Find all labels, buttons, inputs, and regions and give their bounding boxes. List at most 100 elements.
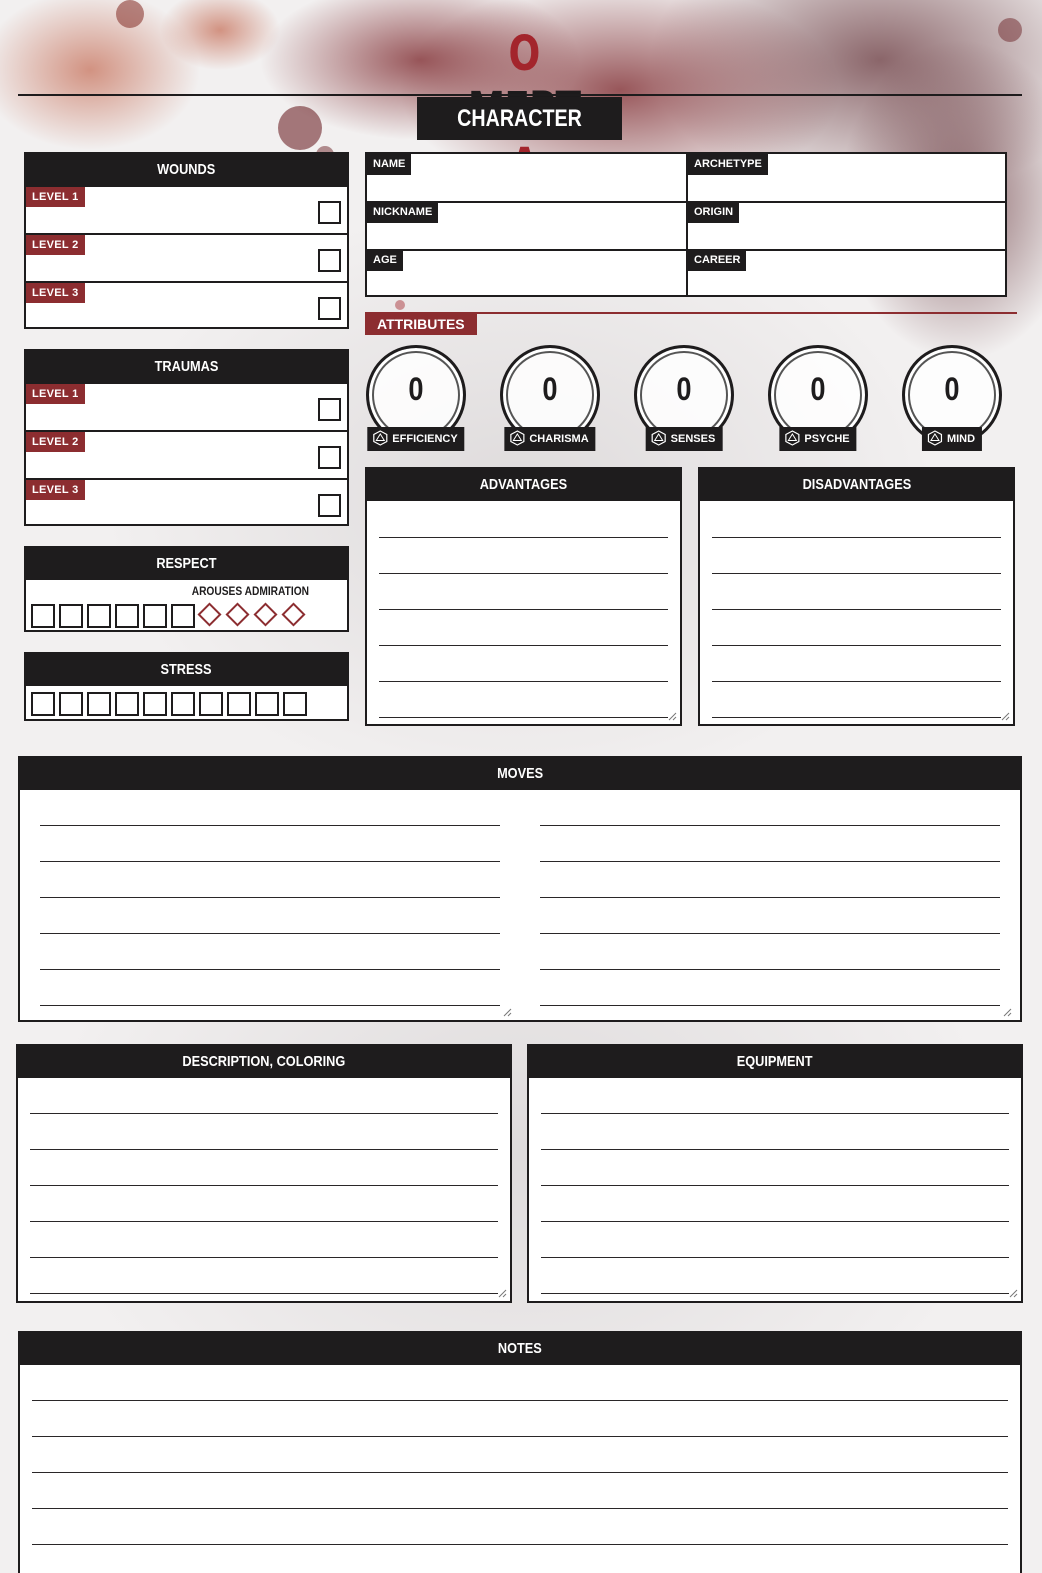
writing-line (541, 1113, 1009, 1114)
disadvantages-panel[interactable]: DISADVANTAGES (698, 467, 1015, 726)
writing-line (712, 681, 1001, 682)
respect-diamond-3[interactable] (253, 602, 278, 627)
wound-level-3-checkbox[interactable] (318, 297, 341, 320)
respect-diamond-1[interactable] (197, 602, 222, 627)
respect-diamond-2[interactable] (225, 602, 250, 627)
stress-box-9[interactable] (255, 692, 279, 716)
stress-box-6[interactable] (171, 692, 195, 716)
archetype-label: ARCHETYPE (688, 154, 768, 175)
name-label: NAME (367, 154, 412, 175)
writing-line (379, 537, 668, 538)
respect-box-3[interactable] (87, 604, 111, 628)
trauma-level-2-checkbox[interactable] (318, 446, 341, 469)
trauma-level-1-checkbox[interactable] (318, 398, 341, 421)
name-field: NAME (367, 154, 686, 201)
stress-box-8[interactable] (227, 692, 251, 716)
writing-line (540, 933, 1000, 934)
advantages-panel[interactable]: ADVANTAGES (365, 467, 682, 726)
attribute-psyche-value[interactable]: 0 (763, 371, 873, 408)
writing-line (712, 717, 1001, 718)
writing-line (30, 1149, 498, 1150)
respect-box-5[interactable] (143, 604, 167, 628)
writing-line (30, 1221, 498, 1222)
writing-line (32, 1472, 1008, 1473)
stress-panel: STRESS (24, 652, 349, 721)
wound-level-2-label: LEVEL 2 (26, 235, 85, 255)
disadvantages-title: DISADVANTAGES (700, 469, 1013, 501)
attribute-psyche-label: PSYCHE (779, 427, 857, 451)
writing-line (32, 1544, 1008, 1545)
wound-level-3-label: LEVEL 3 (26, 283, 85, 303)
writing-line (712, 645, 1001, 646)
attribute-senses-value[interactable]: 0 (629, 371, 739, 408)
writing-line (540, 1005, 1000, 1006)
resize-handle-icon[interactable] (503, 1008, 512, 1017)
wounds-title: WOUNDS (26, 154, 347, 186)
moves-right-column[interactable] (520, 790, 1020, 1020)
trauma-level-2-row: LEVEL 2 (26, 430, 347, 478)
d20-icon (651, 430, 666, 446)
writing-line (30, 1113, 498, 1114)
equipment-panel[interactable]: EQUIPMENT (527, 1044, 1023, 1303)
origin-input[interactable] (690, 227, 1005, 247)
writing-line (541, 1293, 1009, 1294)
writing-line (540, 969, 1000, 970)
stress-box-5[interactable] (143, 692, 167, 716)
attribute-charisma-value[interactable]: 0 (495, 371, 605, 408)
stress-box-1[interactable] (31, 692, 55, 716)
wound-level-2-checkbox[interactable] (318, 249, 341, 272)
nickname-label: NICKNAME (367, 202, 439, 223)
respect-box-4[interactable] (115, 604, 139, 628)
notes-panel[interactable]: NOTES (18, 1331, 1022, 1573)
trauma-level-3-checkbox[interactable] (318, 494, 341, 517)
archetype-input[interactable] (690, 179, 1005, 199)
writing-line (40, 1005, 500, 1006)
writing-line (30, 1257, 498, 1258)
traumas-panel: TRAUMAS LEVEL 1 LEVEL 2 LEVEL 3 (24, 349, 349, 526)
writing-line (40, 933, 500, 934)
stress-box-3[interactable] (87, 692, 111, 716)
respect-box-1[interactable] (31, 604, 55, 628)
attribute-efficiency: 0 EFFICIENCY (361, 343, 471, 453)
writing-line (379, 681, 668, 682)
description-panel[interactable]: DESCRIPTION, COLORING (16, 1044, 512, 1303)
moves-left-column[interactable] (20, 790, 520, 1020)
attribute-mind-value[interactable]: 0 (897, 371, 1007, 408)
wound-level-1-checkbox[interactable] (318, 201, 341, 224)
trauma-level-2-label: LEVEL 2 (26, 432, 85, 452)
stress-box-2[interactable] (59, 692, 83, 716)
respect-panel: RESPECT AROUSES ADMIRATION (24, 546, 349, 632)
name-input[interactable] (369, 179, 684, 199)
writing-line (40, 897, 500, 898)
writing-line (712, 609, 1001, 610)
advantages-title: ADVANTAGES (367, 469, 680, 501)
trauma-level-1-row: LEVEL 1 (26, 382, 347, 430)
respect-box-2[interactable] (59, 604, 83, 628)
resize-handle-icon[interactable] (1003, 1008, 1012, 1017)
omerta-logo: OMERTA (468, 26, 581, 194)
stress-box-7[interactable] (199, 692, 223, 716)
wound-level-3-row: LEVEL 3 (26, 281, 347, 329)
career-input[interactable] (690, 275, 1005, 295)
stress-box-10[interactable] (283, 692, 307, 716)
attribute-efficiency-value[interactable]: 0 (361, 371, 471, 408)
age-input[interactable] (369, 275, 684, 295)
resize-handle-icon[interactable] (668, 712, 677, 721)
origin-label: ORIGIN (688, 202, 740, 223)
resize-handle-icon[interactable] (1001, 712, 1010, 721)
writing-line (541, 1149, 1009, 1150)
respect-diamond-4[interactable] (281, 602, 306, 627)
career-label: CAREER (688, 250, 747, 271)
age-label: AGE (367, 250, 403, 271)
attribute-senses-label: SENSES (645, 427, 723, 451)
identity-fields: NAME ARCHETYPE NICKNAME ORIGIN AGE CAREE… (365, 152, 1007, 297)
wound-level-1-label: LEVEL 1 (26, 187, 85, 207)
nickname-input[interactable] (369, 227, 684, 247)
age-field: AGE (367, 250, 686, 297)
resize-handle-icon[interactable] (1009, 1289, 1018, 1298)
traumas-title: TRAUMAS (26, 351, 347, 383)
stress-box-4[interactable] (115, 692, 139, 716)
resize-handle-icon[interactable] (498, 1289, 507, 1298)
writing-line (30, 1293, 498, 1294)
respect-box-6[interactable] (171, 604, 195, 628)
